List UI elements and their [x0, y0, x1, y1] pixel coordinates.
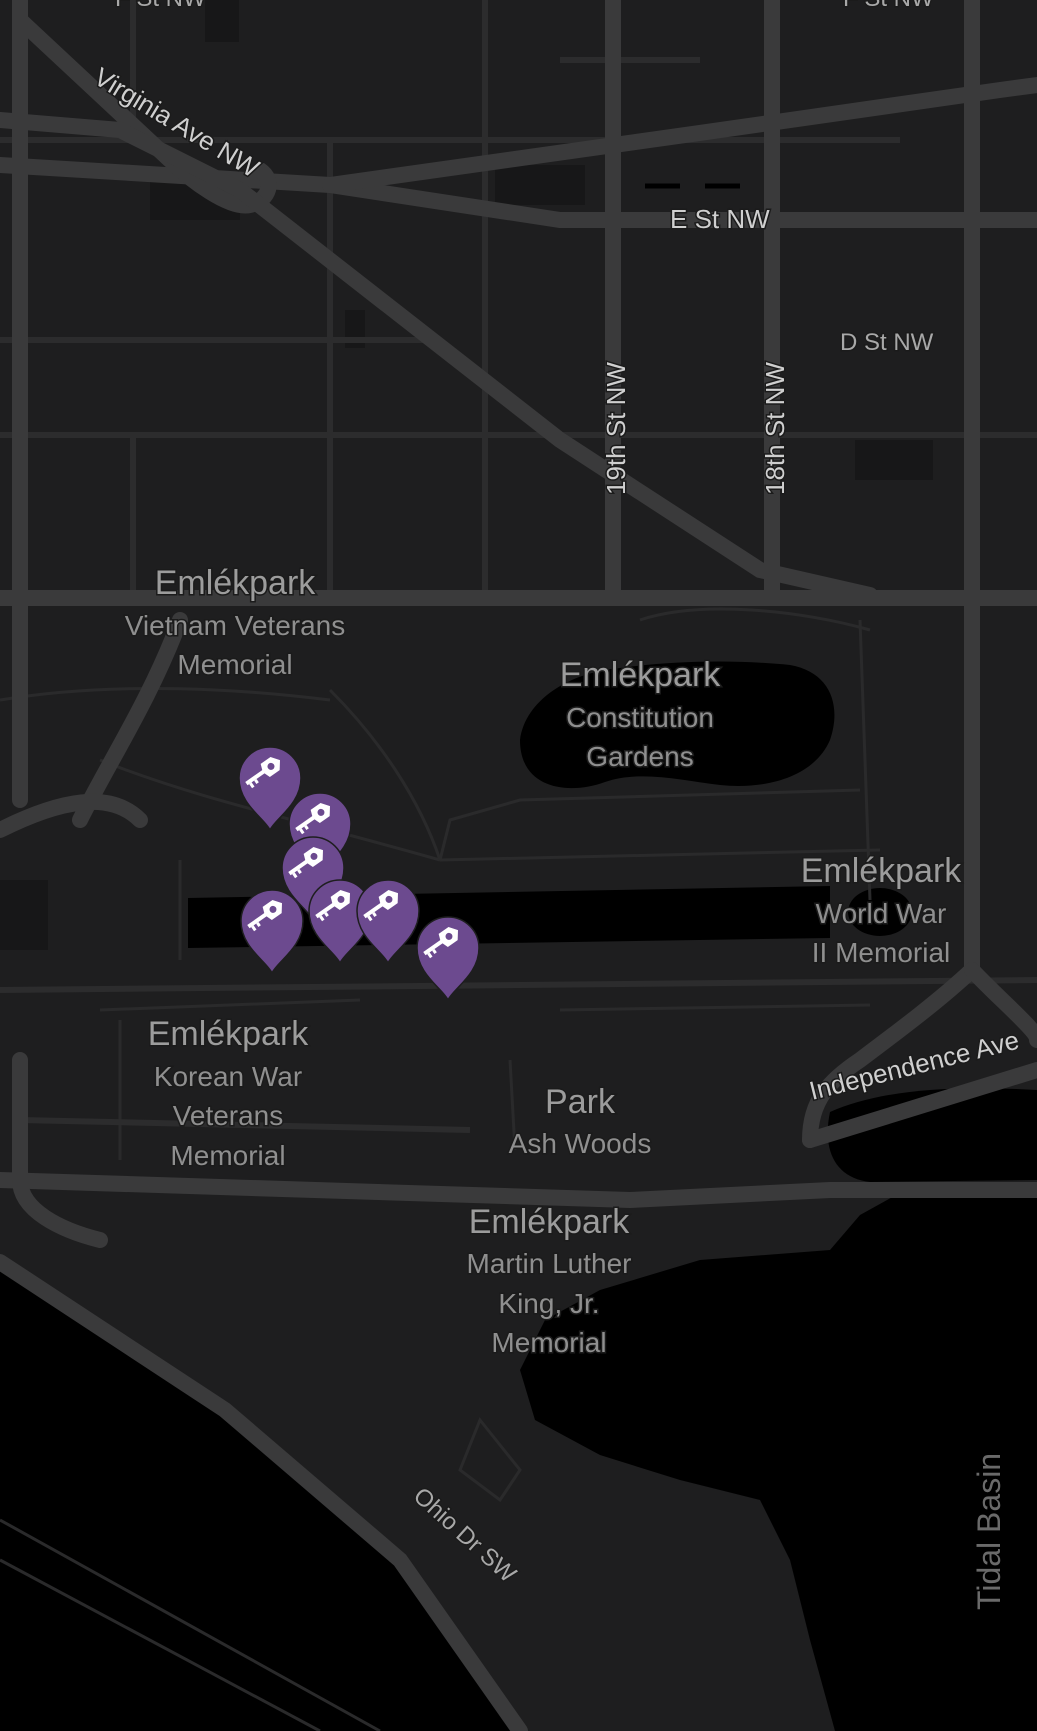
place-type: Emlékpark — [155, 564, 317, 602]
place-type: Emlékpark — [560, 656, 722, 694]
place-name-line: Veterans — [173, 1100, 284, 1131]
place-name-line: King, Jr. — [498, 1288, 599, 1319]
street-label-18th-st: 18th St NW — [760, 362, 790, 495]
place-name-line: Memorial — [491, 1327, 606, 1358]
place-name-line: Constitution — [566, 702, 714, 733]
street-label-f-st-right: F St NW — [843, 0, 934, 12]
place-type: Emlékpark — [801, 852, 963, 890]
place-name-line: II Memorial — [812, 937, 950, 968]
place-name-line: Gardens — [586, 741, 693, 772]
place-name-line: Vietnam Veterans — [125, 610, 346, 641]
street-label-e-st: E St NW — [670, 204, 770, 234]
place-type: Emlékpark — [469, 1203, 631, 1241]
map-canvas[interactable]: F St NW F St NW Virginia Ave NW E St NW … — [0, 0, 1037, 1731]
place-name-line: Korean War — [154, 1061, 302, 1092]
place-name-line: World War — [816, 898, 947, 929]
street-label-f-st-left: F St NW — [115, 0, 206, 12]
place-name-line: Memorial — [177, 649, 292, 680]
place-name-line: Ash Woods — [509, 1128, 652, 1159]
place-name-line: Martin Luther — [467, 1248, 632, 1279]
place-type: Park — [545, 1083, 616, 1121]
water-label-tidal-basin: Tidal Basin — [971, 1453, 1007, 1610]
place-type: Emlékpark — [148, 1015, 310, 1053]
street-label-19th-st: 19th St NW — [601, 362, 631, 495]
place-name-line: Memorial — [170, 1140, 285, 1171]
place-label-wwii[interactable]: Emlékpark World War II Memorial — [799, 851, 964, 970]
street-label-d-st: D St NW — [840, 329, 934, 356]
